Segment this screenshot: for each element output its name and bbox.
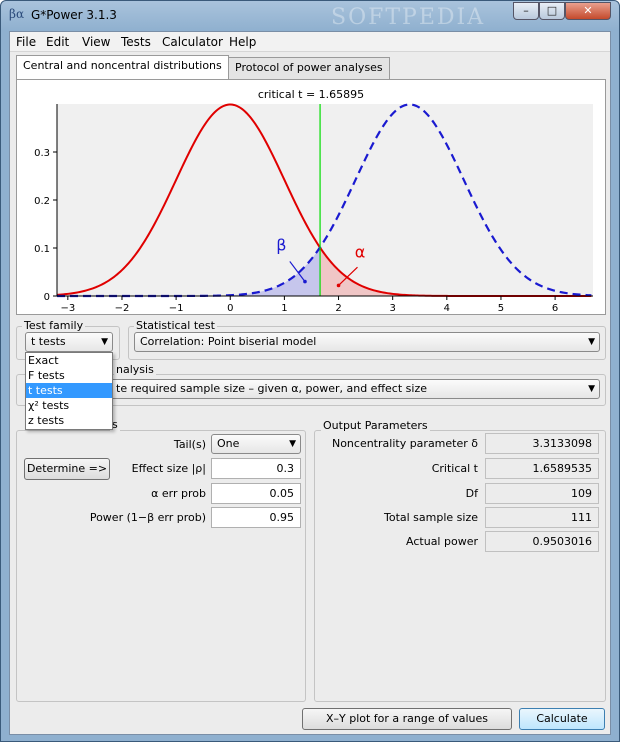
y-tick-label: 0.1 — [34, 244, 50, 255]
option-z-tests[interactable]: z tests — [26, 413, 112, 428]
alpha-err-field[interactable]: 0.05 — [211, 483, 301, 504]
df-value: 109 — [485, 483, 599, 504]
df-label: Df — [465, 487, 478, 500]
close-button[interactable]: ✕ — [565, 2, 611, 20]
test-family-dropdown: Exact F tests t tests χ² tests z tests — [25, 352, 113, 430]
distribution-plot-panel: critical t = 1.65895 −3 −2 −1 0 1 2 3 4 5 6 0 0.1 0.… — [16, 79, 606, 315]
alpha-pointer-dot — [336, 283, 341, 288]
option-t-tests[interactable]: t tests — [26, 383, 112, 398]
chevron-down-icon: ▼ — [289, 439, 296, 449]
tab-distributions[interactable]: Central and noncentral distributions — [16, 55, 229, 79]
distribution-plot: critical t = 1.65895 −3 −2 −1 0 1 2 3 4 5 6 0 0.1 0.… — [34, 88, 593, 314]
option-chi2-tests[interactable]: χ² tests — [26, 398, 112, 413]
menu-view[interactable]: View — [82, 35, 110, 49]
watermark: SOFTPEDIA — [331, 5, 486, 30]
power-field[interactable]: 0.95 — [211, 507, 301, 528]
minimize-button[interactable]: – — [513, 2, 539, 20]
critical-t-header: critical t = 1.65895 — [258, 88, 364, 101]
statistical-test-value: Correlation: Point biserial model — [140, 335, 317, 348]
x-tick-label: −1 — [169, 303, 184, 314]
tails-value: One — [217, 437, 240, 450]
menu-calculator[interactable]: Calculator — [162, 35, 223, 49]
client-area: File Edit View Tests Calculator Help Cen… — [9, 31, 611, 735]
y-tick-label: 0.3 — [34, 148, 50, 159]
option-f-tests[interactable]: F tests — [26, 368, 112, 383]
menu-edit[interactable]: Edit — [46, 35, 69, 49]
x-tick-label: 1 — [281, 303, 287, 314]
noncentrality-value: 3.3133098 — [485, 433, 599, 454]
menu-tests[interactable]: Tests — [121, 35, 151, 49]
actual-power-value: 0.9503016 — [485, 531, 599, 552]
x-tick-label: 4 — [444, 303, 450, 314]
tab-protocol[interactable]: Protocol of power analyses — [228, 57, 390, 79]
x-tick-label: 6 — [552, 303, 558, 314]
critical-t-value: 1.6589535 — [485, 458, 599, 479]
xy-plot-button[interactable]: X–Y plot for a range of values — [302, 708, 512, 730]
x-tick-label: −2 — [115, 303, 130, 314]
title-bar[interactable]: βα G*Power 3.1.3 SOFTPEDIA – □ ✕ — [1, 1, 619, 31]
total-sample-size-value: 111 — [485, 507, 599, 528]
analysis-label: nalysis — [114, 363, 156, 376]
x-tick-label: −3 — [60, 303, 75, 314]
window-title: G*Power 3.1.3 — [31, 8, 117, 22]
test-family-label: Test family — [22, 319, 86, 332]
statistical-test-label: Statistical test — [134, 319, 217, 332]
noncentrality-label: Noncentrality parameter δ — [331, 437, 478, 450]
chevron-down-icon: ▼ — [101, 337, 108, 347]
menu-file[interactable]: File — [16, 35, 36, 49]
actual-power-label: Actual power — [406, 535, 478, 548]
x-tick-label: 3 — [389, 303, 395, 314]
x-tick-label: 5 — [498, 303, 504, 314]
tails-combo[interactable]: One ▼ — [211, 434, 301, 454]
maximize-button[interactable]: □ — [539, 2, 565, 20]
analysis-type-value: te required sample size – given α, power… — [116, 382, 427, 395]
app-window: βα G*Power 3.1.3 SOFTPEDIA – □ ✕ File Ed… — [0, 0, 620, 742]
y-tick-label: 0.2 — [34, 196, 50, 207]
gpower-icon: βα — [9, 7, 25, 21]
chevron-down-icon: ▼ — [588, 337, 595, 347]
analysis-type-combo[interactable]: te required sample size – given α, power… — [110, 379, 600, 399]
statistical-test-combo[interactable]: Correlation: Point biserial model ▼ — [134, 332, 600, 352]
power-label: Power (1−β err prob) — [89, 511, 206, 524]
chevron-down-icon: ▼ — [588, 384, 595, 394]
y-tick-label: 0 — [44, 292, 50, 303]
output-parameters-label: Output Parameters — [321, 419, 430, 432]
alpha-label: α — [355, 243, 366, 262]
test-family-combo[interactable]: t tests ▼ — [25, 332, 113, 352]
effect-size-field[interactable]: 0.3 — [211, 458, 301, 479]
menu-help[interactable]: Help — [229, 35, 256, 49]
test-family-value: t tests — [31, 335, 66, 348]
x-tick-label: 0 — [227, 303, 233, 314]
alpha-err-label: α err prob — [151, 487, 206, 500]
menu-bar: File Edit View Tests Calculator Help — [10, 32, 610, 52]
critical-t-label: Critical t — [431, 462, 478, 475]
x-tick-label: 2 — [335, 303, 341, 314]
beta-label: β — [276, 235, 286, 254]
calculate-button[interactable]: Calculate — [519, 708, 605, 730]
tails-label: Tail(s) — [173, 438, 206, 451]
total-sample-size-label: Total sample size — [383, 511, 478, 524]
effect-size-label: Effect size |ρ| — [131, 462, 206, 475]
beta-pointer-dot — [303, 279, 307, 284]
option-exact[interactable]: Exact — [26, 353, 112, 368]
